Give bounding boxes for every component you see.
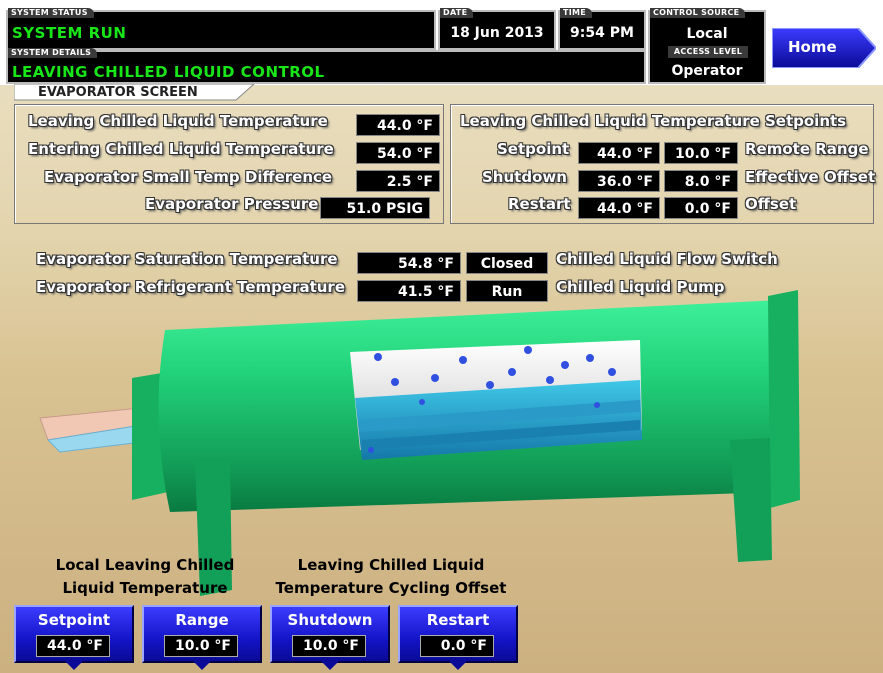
restart-button-value: 0.0 °F [420,635,494,657]
setpoint-label: Setpoint [497,140,570,158]
entering-temp-label: Entering Chilled Liquid Temperature [28,140,334,158]
cycling-offset-caption-line1: Leaving Chilled Liquid [297,556,485,574]
pump-status: Run [466,280,548,302]
restart-button[interactable]: Restart 0.0 °F [398,605,518,670]
restart-button-label: Restart [426,611,490,629]
small-temp-diff-value: 2.5 °F [356,170,440,192]
effective-offset-value: 8.0 °F [664,170,738,192]
range-button[interactable]: Range 10.0 °F [142,605,262,670]
offset-value: 0.0 °F [664,197,738,219]
small-temp-diff-label: Evaporator Small Temp Difference [44,168,333,186]
flow-switch-label: Chilled Liquid Flow Switch [556,250,778,268]
evaporator-pressure-value: 51.0 PSIG [320,197,430,219]
setpoint-button-pointer [65,661,83,670]
refrigerant-temp-value: 41.5 °F [357,280,461,302]
shutdown-value: 36.0 °F [578,170,660,192]
shutdown-label: Shutdown [482,168,567,186]
range-button-label: Range [175,611,229,629]
range-button-value: 10.0 °F [164,635,238,657]
restart-button-pointer [449,661,467,670]
setpoint-button-label: Setpoint [37,611,111,629]
restart-label: Restart [508,195,571,213]
flow-switch-status: Closed [466,252,548,274]
evaporator-screen: { "header": { "system_status_label": "SY… [0,0,883,673]
local-leaving-caption-line1: Local Leaving Chilled [55,556,235,574]
shutdown-button-label: Shutdown [287,611,373,629]
saturation-temp-label: Evaporator Saturation Temperature [36,250,338,268]
leaving-temp-value: 44.0 °F [356,114,440,136]
remote-range-value: 10.0 °F [664,142,738,164]
entering-temp-value: 54.0 °F [356,142,440,164]
setpoints-title: Leaving Chilled Liquid Temperature Setpo… [460,112,847,130]
restart-value: 44.0 °F [578,197,660,219]
leaving-temp-label: Leaving Chilled Liquid Temperature [28,112,328,130]
setpoint-button-value: 44.0 °F [36,635,110,657]
setpoint-button[interactable]: Setpoint 44.0 °F [14,605,134,670]
remote-range-label: Remote Range [745,140,869,158]
local-leaving-caption-line2: Liquid Temperature [62,579,228,597]
shutdown-button-value: 10.0 °F [292,635,366,657]
offset-label: Offset [745,195,797,213]
setpoint-value: 44.0 °F [578,142,660,164]
evaporator-pressure-label: Evaporator Pressure [145,195,319,213]
shutdown-button[interactable]: Shutdown 10.0 °F [270,605,390,670]
saturation-temp-value: 54.8 °F [357,252,461,274]
effective-offset-label: Effective Offset [745,168,876,186]
shutdown-button-pointer [321,661,339,670]
cycling-offset-caption-line2: Temperature Cycling Offset [275,579,507,597]
pump-label: Chilled Liquid Pump [556,278,725,296]
range-button-pointer [193,661,211,670]
refrigerant-temp-label: Evaporator Refrigerant Temperature [36,278,345,296]
